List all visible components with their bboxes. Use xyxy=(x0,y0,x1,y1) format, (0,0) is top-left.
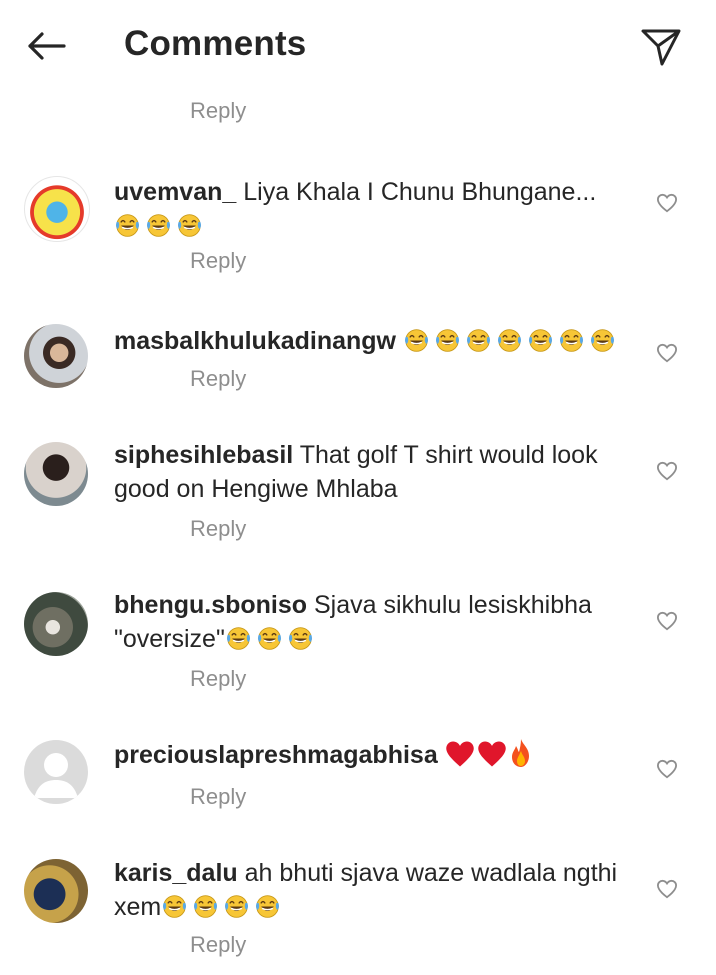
avatar[interactable] xyxy=(24,859,88,923)
red-heart-emoji xyxy=(445,741,474,767)
heart-outline-icon xyxy=(656,461,678,481)
header-bar: Comments xyxy=(0,0,716,92)
laughing-tears-emoji xyxy=(257,627,281,650)
comment-text: masbalkhulukadinangw xyxy=(114,324,639,358)
share-button[interactable] xyxy=(636,22,686,72)
comment-text: siphesihlebasil That golf T shirt would … xyxy=(114,438,639,506)
username[interactable]: uvemvan_ xyxy=(114,178,236,206)
avatar[interactable] xyxy=(24,592,88,656)
laughing-tears-emoji xyxy=(528,329,552,352)
laughing-tears-emoji xyxy=(194,895,218,918)
laughing-tears-emoji xyxy=(466,329,490,352)
avatar[interactable] xyxy=(24,740,88,804)
laughing-tears-emoji xyxy=(146,214,171,237)
emoji-row xyxy=(403,327,620,355)
like-button[interactable] xyxy=(652,456,682,486)
reply-button[interactable]: Reply xyxy=(190,784,246,810)
laughing-tears-emoji xyxy=(115,214,140,237)
laughing-tears-emoji xyxy=(163,895,187,918)
emoji-row xyxy=(161,893,285,921)
username[interactable]: karis_dalu xyxy=(114,859,238,887)
laughing-tears-emoji xyxy=(559,329,583,352)
username[interactable]: bhengu.sboniso xyxy=(114,591,307,619)
comment-body xyxy=(438,741,445,769)
laughing-tears-emoji xyxy=(497,329,521,352)
heart-emoji-row xyxy=(445,739,533,769)
comment-body xyxy=(396,327,403,355)
like-button[interactable] xyxy=(652,874,682,904)
like-button[interactable] xyxy=(652,188,682,218)
like-button[interactable] xyxy=(652,338,682,368)
reply-button[interactable]: Reply xyxy=(190,516,246,542)
laughing-tears-emoji xyxy=(256,895,280,918)
fire-emoji xyxy=(511,739,529,767)
laughing-tears-emoji xyxy=(226,627,250,650)
username[interactable]: masbalkhulukadinangw xyxy=(114,327,396,355)
laughing-tears-emoji xyxy=(288,627,312,650)
laughing-tears-emoji xyxy=(590,329,614,352)
heart-outline-icon xyxy=(656,193,678,213)
heart-outline-icon xyxy=(656,879,678,899)
heart-outline-icon xyxy=(656,343,678,363)
emoji-row xyxy=(114,212,207,240)
comment-text: uvemvan_ Liya Khala I Chunu Bhungane... xyxy=(114,175,639,243)
username[interactable]: siphesihlebasil xyxy=(114,441,293,469)
default-user-icon xyxy=(34,753,78,798)
laughing-tears-emoji xyxy=(177,214,202,237)
like-button[interactable] xyxy=(652,606,682,636)
red-heart-emoji xyxy=(477,741,506,767)
back-button[interactable] xyxy=(22,26,70,66)
arrow-left-icon xyxy=(28,32,66,60)
username[interactable]: preciouslapreshmagabhisa xyxy=(114,741,438,769)
avatar[interactable] xyxy=(24,442,88,506)
comment-text: preciouslapreshmagabhisa xyxy=(114,738,639,772)
laughing-tears-emoji xyxy=(435,329,459,352)
laughing-tears-emoji xyxy=(225,895,249,918)
comment-text: bhengu.sboniso Sjava sikhulu lesiskhibha… xyxy=(114,588,639,656)
avatar[interactable] xyxy=(24,176,90,242)
laughing-tears-emoji xyxy=(404,329,428,352)
reply-button[interactable]: Reply xyxy=(190,666,246,692)
paper-plane-icon xyxy=(641,29,681,66)
like-button[interactable] xyxy=(652,754,682,784)
comment-body: Liya Khala I Chunu Bhungane... xyxy=(236,178,597,206)
reply-button[interactable]: Reply xyxy=(190,366,246,392)
avatar[interactable] xyxy=(24,324,88,388)
comment-text: karis_dalu ah bhuti sjava waze wadlala n… xyxy=(114,856,639,924)
page-title: Comments xyxy=(124,24,307,63)
heart-outline-icon xyxy=(656,611,678,631)
reply-button[interactable]: Reply xyxy=(190,98,246,124)
reply-button[interactable]: Reply xyxy=(190,932,246,958)
emoji-row xyxy=(225,625,318,653)
reply-button[interactable]: Reply xyxy=(190,248,246,274)
heart-outline-icon xyxy=(656,759,678,779)
